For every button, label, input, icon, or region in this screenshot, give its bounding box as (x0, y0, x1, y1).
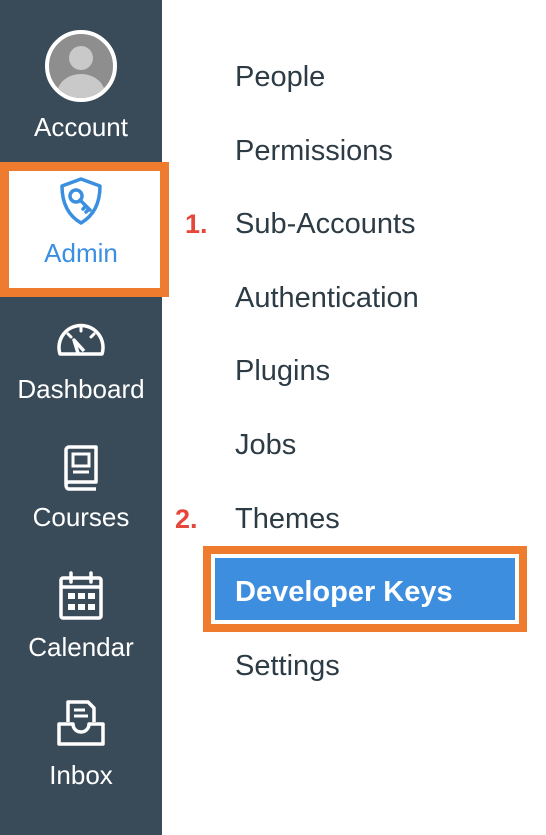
avatar (45, 30, 117, 102)
nav-admin-label: Admin (44, 238, 118, 268)
menu-item-settings[interactable]: Settings (235, 649, 340, 683)
step-1-marker: 1. (185, 209, 208, 239)
nav-inbox-label: Inbox (49, 760, 113, 790)
nav-courses-label: Courses (32, 502, 130, 532)
menu-item-authentication[interactable]: Authentication (235, 281, 419, 315)
book-icon (64, 445, 98, 491)
menu-item-permissions[interactable]: Permissions (235, 134, 393, 168)
menu-item-sub-accounts[interactable]: Sub-Accounts (235, 207, 416, 241)
speedometer-icon (57, 323, 105, 356)
nav-account-label: Account (34, 112, 128, 142)
nav-admin[interactable]: Admin (0, 176, 162, 268)
nav-dashboard-label: Dashboard (17, 374, 145, 404)
nav-calendar-label: Calendar (28, 632, 134, 662)
global-nav-sidebar: Account Admin Dashboard Courses Calendar… (0, 0, 169, 835)
nav-inbox[interactable]: Inbox (0, 698, 162, 790)
nav-account[interactable]: Account (0, 30, 162, 142)
inbox-icon (57, 700, 105, 746)
step-2-marker: 2. (175, 504, 198, 534)
menu-item-jobs[interactable]: Jobs (235, 428, 296, 462)
nav-calendar[interactable]: Calendar (0, 570, 162, 662)
menu-item-people[interactable]: People (235, 60, 325, 94)
shield-key-icon (60, 177, 102, 225)
calendar-icon (59, 571, 103, 620)
menu-item-plugins[interactable]: Plugins (235, 354, 330, 388)
nav-courses[interactable]: Courses (0, 444, 162, 532)
menu-item-themes[interactable]: Themes (235, 502, 340, 536)
nav-dashboard[interactable]: Dashboard (0, 318, 162, 404)
menu-item-developer-keys[interactable]: Developer Keys (235, 575, 453, 609)
